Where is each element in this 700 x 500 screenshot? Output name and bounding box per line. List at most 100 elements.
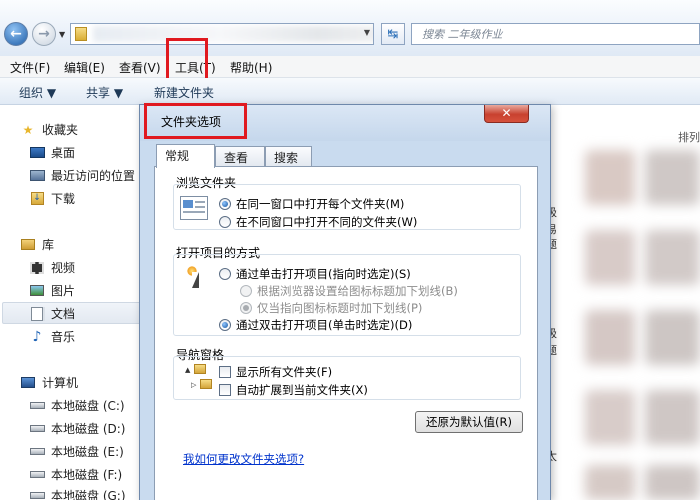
computer-icon	[20, 376, 36, 390]
option-label: 在同一窗口中打开每个文件夹(M)	[236, 197, 405, 211]
option-label: 通过单击打开项目(指向时选定)(S)	[236, 267, 411, 281]
blurred-file-thumbnail[interactable]	[645, 150, 700, 205]
blurred-file-thumbnail[interactable]	[585, 465, 635, 500]
nav-computer[interactable]: 计算机	[20, 372, 78, 393]
radio-button-disabled	[240, 285, 252, 297]
share-button[interactable]: 共享 ▼	[86, 84, 123, 101]
refresh-icon[interactable]: ↹	[381, 23, 405, 45]
command-bar: 组织 ▼ 共享 ▼ 新建文件夹	[0, 78, 700, 105]
nav-label: 桌面	[51, 146, 76, 160]
nav-drive-d[interactable]: 本地磁盘 (D:)	[29, 418, 125, 439]
folder-tree-icon: ▲ ▷	[185, 363, 213, 395]
new-folder-button[interactable]: 新建文件夹	[154, 84, 214, 101]
library-icon	[20, 238, 36, 252]
folder-options-dialog: 文件夹选项 ✕ 查看 搜索 浏览文件夹 在同一窗口中打开每个文件夹(M) 在不同…	[139, 104, 551, 500]
nav-label: 最近访问的位置	[51, 169, 136, 183]
option-label: 根据浏览器设置给图标标题加下划线(B)	[257, 284, 458, 298]
radio-new-window[interactable]: 在不同窗口中打开不同的文件夹(W)	[219, 214, 417, 230]
blurred-file-thumbnail[interactable]	[645, 230, 700, 285]
nav-label: 库	[42, 238, 55, 252]
forward-arrow-icon[interactable]: →	[32, 22, 56, 46]
desktop-icon	[29, 146, 45, 160]
checkbox-auto-expand[interactable]: 自动扩展到当前文件夹(X)	[219, 382, 368, 398]
blurred-file-thumbnail[interactable]	[585, 310, 635, 365]
option-label: 在不同窗口中打开不同的文件夹(W)	[236, 215, 418, 229]
nav-label: 图片	[51, 284, 76, 298]
search-box[interactable]	[411, 23, 700, 45]
nav-label: 本地磁盘 (D:)	[51, 422, 126, 436]
blurred-file-thumbnail[interactable]	[585, 230, 635, 285]
path-dropdown-icon[interactable]: ▼	[364, 28, 370, 37]
dialog-tab-panel: 浏览文件夹 在同一窗口中打开每个文件夹(M) 在不同窗口中打开不同的文件夹(W)…	[154, 166, 538, 500]
blurred-file-thumbnail[interactable]	[585, 150, 635, 205]
radio-button-disabled	[240, 302, 252, 314]
nav-label: 音乐	[51, 330, 76, 344]
nav-drive-g[interactable]: 本地磁盘 (G:)	[29, 485, 126, 500]
nav-drive-e[interactable]: 本地磁盘 (E:)	[29, 441, 124, 462]
back-arrow-icon[interactable]: ←	[4, 22, 28, 46]
drive-icon	[29, 399, 45, 413]
video-icon	[29, 261, 45, 275]
nav-label: 视频	[51, 261, 76, 275]
menu-help[interactable]: 帮助(H)	[230, 59, 272, 76]
menu-file[interactable]: 文件(F)	[10, 59, 50, 76]
checkbox-show-all-folders[interactable]: 显示所有文件夹(F)	[219, 364, 332, 380]
drive-icon	[29, 489, 45, 500]
nav-favorites[interactable]: ★ 收藏夹	[20, 119, 78, 140]
close-icon[interactable]: ✕	[484, 105, 529, 123]
nav-label: 本地磁盘 (F:)	[51, 468, 123, 482]
navigation-pane: ★ 收藏夹 桌面 最近访问的位置 ↓ 下载 库 视频 图片 文档 ♪ 音乐 计算…	[0, 105, 143, 500]
music-icon: ♪	[32, 328, 42, 345]
blurred-file-thumbnail[interactable]	[645, 465, 700, 500]
blurred-file-thumbnail[interactable]	[645, 390, 700, 445]
search-input[interactable]	[422, 25, 692, 43]
radio-button[interactable]	[219, 268, 231, 280]
folder-icon	[75, 27, 87, 41]
nav-recent[interactable]: 最近访问的位置	[29, 165, 135, 186]
menu-view[interactable]: 查看(V)	[119, 59, 161, 76]
option-label: 仅当指向图标标题时加下划线(P)	[257, 301, 423, 315]
nav-label: 本地磁盘 (E:)	[51, 445, 124, 459]
menu-bar: 文件(F) 编辑(E) 查看(V) 工具(T) 帮助(H)	[0, 56, 700, 78]
radio-button[interactable]	[219, 216, 231, 228]
history-dropdown-icon[interactable]: ▼	[59, 30, 65, 39]
nav-libraries[interactable]: 库	[20, 234, 54, 255]
nav-pictures[interactable]: 图片	[29, 280, 75, 301]
radio-button-selected[interactable]	[219, 198, 231, 210]
recent-places-icon	[29, 169, 45, 183]
nav-music[interactable]: ♪ 音乐	[29, 326, 75, 347]
drive-icon	[29, 422, 45, 436]
address-bar: ← → ▼ ▼ ↹	[0, 0, 700, 56]
nav-label: 本地磁盘 (C:)	[51, 399, 125, 413]
radio-underline-hover: 仅当指向图标标题时加下划线(P)	[240, 300, 422, 316]
tab-search[interactable]: 搜索	[265, 146, 312, 166]
nav-label: 下载	[51, 192, 76, 206]
blurred-file-thumbnail[interactable]	[585, 390, 635, 445]
nav-documents[interactable]: 文档	[29, 303, 75, 324]
radio-button-selected[interactable]	[219, 319, 231, 331]
radio-same-window[interactable]: 在同一窗口中打开每个文件夹(M)	[219, 196, 404, 212]
checkbox[interactable]	[219, 366, 231, 378]
organize-button[interactable]: 组织 ▼	[19, 84, 56, 101]
option-label: 通过双击打开项目(单击时选定)(D)	[236, 318, 413, 332]
blurred-file-thumbnail[interactable]	[645, 310, 700, 365]
blurred-path	[93, 26, 373, 42]
drive-icon	[29, 445, 45, 459]
radio-single-click[interactable]: 通过单击打开项目(指向时选定)(S)	[219, 266, 411, 282]
option-label: 显示所有文件夹(F)	[236, 365, 333, 379]
highlight-box-tools	[166, 38, 208, 83]
restore-defaults-button[interactable]: 还原为默认值(R)	[415, 411, 523, 433]
nav-downloads[interactable]: ↓ 下载	[29, 188, 75, 209]
tab-view[interactable]: 查看	[215, 146, 265, 166]
menu-edit[interactable]: 编辑(E)	[64, 59, 105, 76]
help-link[interactable]: 我如何更改文件夹选项?	[183, 451, 304, 467]
checkbox[interactable]	[219, 384, 231, 396]
address-path-field[interactable]: ▼	[70, 23, 374, 45]
nav-drive-c[interactable]: 本地磁盘 (C:)	[29, 395, 125, 416]
arrange-label[interactable]: 排列	[678, 129, 700, 145]
nav-drive-f[interactable]: 本地磁盘 (F:)	[29, 464, 122, 485]
tab-general[interactable]: 常规	[156, 144, 215, 168]
radio-double-click[interactable]: 通过双击打开项目(单击时选定)(D)	[219, 317, 412, 333]
nav-desktop[interactable]: 桌面	[29, 142, 75, 163]
nav-videos[interactable]: 视频	[29, 257, 75, 278]
